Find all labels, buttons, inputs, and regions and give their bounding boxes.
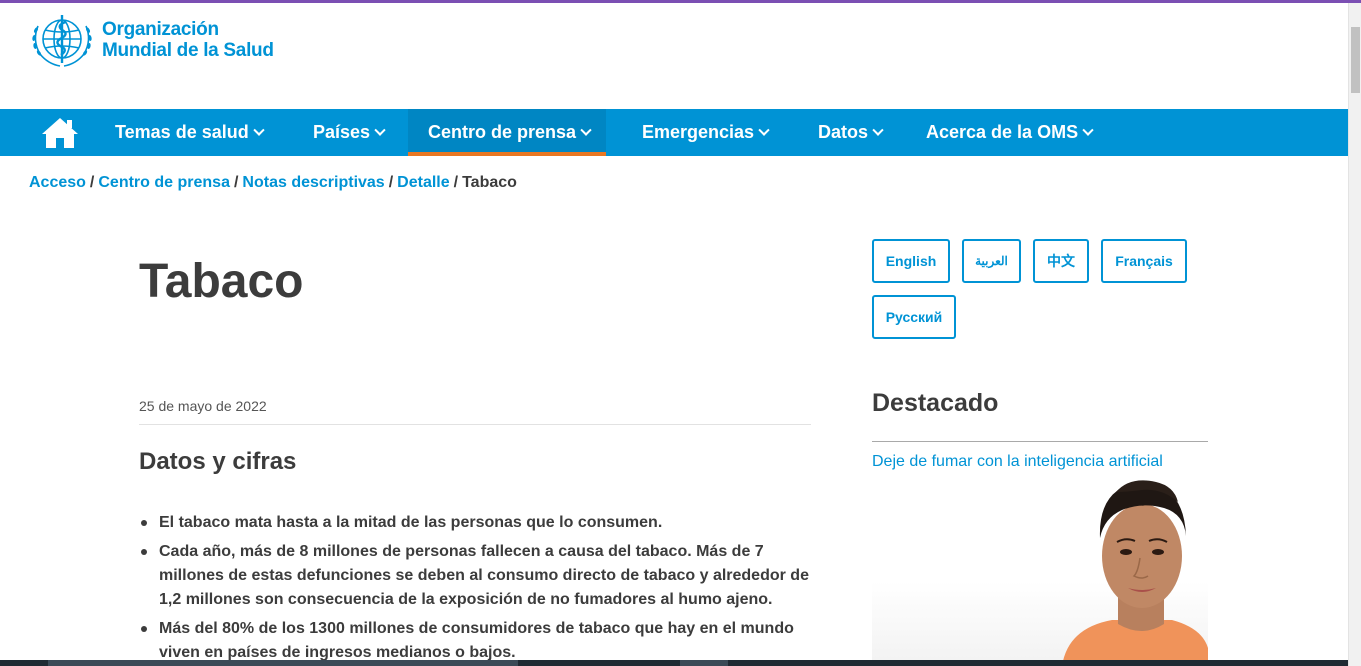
taskbar-segment bbox=[680, 660, 728, 666]
breadcrumb-separator: / bbox=[453, 174, 459, 191]
chevron-down-icon bbox=[758, 124, 770, 136]
language-button-arabic[interactable]: العربية bbox=[962, 239, 1021, 283]
page-title: Tabaco bbox=[139, 255, 304, 308]
breadcrumb-separator: / bbox=[388, 174, 394, 191]
section-title: Datos y cifras bbox=[139, 448, 297, 475]
breadcrumb-current: Tabaco bbox=[462, 174, 517, 191]
breadcrumb-link-notas-descriptivas[interactable]: Notas descriptivas bbox=[242, 174, 384, 191]
language-button-chinese[interactable]: 中文 bbox=[1033, 239, 1089, 283]
brand-line-1: Organización bbox=[102, 19, 219, 40]
nav-item-centro-de-prensa[interactable]: Centro de prensa bbox=[408, 109, 606, 156]
breadcrumb-link-centro-de-prensa[interactable]: Centro de prensa bbox=[98, 174, 230, 191]
chevron-down-icon bbox=[374, 124, 386, 136]
divider bbox=[872, 441, 1208, 442]
breadcrumb-separator: / bbox=[233, 174, 239, 191]
language-button-english[interactable]: English bbox=[872, 239, 950, 283]
featured-image[interactable] bbox=[872, 478, 1208, 666]
page-scrollbar[interactable] bbox=[1348, 3, 1361, 666]
publish-date: 25 de mayo de 2022 bbox=[139, 398, 267, 414]
nav-item-datos[interactable]: Datos bbox=[818, 109, 884, 156]
nav-item-label: Centro de prensa bbox=[428, 122, 577, 142]
breadcrumb-separator: / bbox=[89, 174, 95, 191]
breadcrumb: Acceso / Centro de prensa / Notas descriptiv… bbox=[29, 174, 517, 192]
chevron-down-icon bbox=[580, 124, 592, 136]
nav-item-acerca-de-la-oms[interactable]: Acerca de la OMS bbox=[926, 109, 1094, 156]
home-icon bbox=[42, 118, 78, 148]
nav-item-paises[interactable]: Países bbox=[313, 109, 386, 156]
list-item: El tabaco mata hasta a la mitad de las p… bbox=[139, 511, 819, 535]
language-button-french[interactable]: Français bbox=[1101, 239, 1187, 283]
taskbar-strip bbox=[0, 660, 1348, 666]
brand-line-2: Mundial de la Salud bbox=[102, 40, 274, 61]
nav-item-label: Datos bbox=[818, 122, 869, 142]
nav-item-label: Temas de salud bbox=[115, 122, 249, 142]
featured-title: Destacado bbox=[872, 389, 999, 417]
site-header: Organización Mundial de la Salud bbox=[0, 3, 1348, 109]
chevron-down-icon bbox=[872, 124, 884, 136]
digital-health-worker-portrait bbox=[1062, 480, 1208, 666]
language-button-russian[interactable]: Русский bbox=[872, 295, 956, 339]
breadcrumb-link-acceso[interactable]: Acceso bbox=[29, 174, 86, 191]
nav-item-label: Emergencias bbox=[642, 122, 755, 142]
chevron-down-icon bbox=[1082, 124, 1094, 136]
who-logo[interactable]: Organización Mundial de la Salud bbox=[28, 10, 274, 70]
breadcrumb-link-detalle[interactable]: Detalle bbox=[397, 174, 449, 191]
chevron-down-icon bbox=[253, 124, 265, 136]
home-button[interactable] bbox=[40, 116, 80, 150]
divider bbox=[139, 424, 811, 425]
who-emblem-icon bbox=[32, 15, 92, 67]
nav-item-label: Acerca de la OMS bbox=[926, 122, 1079, 142]
main-navigation: Temas de salud Países Centro de prensa E… bbox=[0, 109, 1348, 156]
list-item: Cada año, más de 8 millones de personas … bbox=[139, 540, 819, 612]
who-logo-text: Organización Mundial de la Salud bbox=[102, 19, 274, 61]
nav-item-emergencias[interactable]: Emergencias bbox=[642, 109, 770, 156]
scrollbar-thumb[interactable] bbox=[1351, 27, 1360, 93]
list-item: Más del 80% de los 1300 millones de cons… bbox=[139, 617, 819, 665]
key-facts-list: El tabaco mata hasta a la mitad de las p… bbox=[139, 511, 819, 666]
nav-item-temas-de-salud[interactable]: Temas de salud bbox=[115, 109, 265, 156]
featured-link[interactable]: Deje de fumar con la inteligencia artifi… bbox=[872, 453, 1163, 471]
taskbar-segment bbox=[48, 660, 518, 666]
nav-item-label: Países bbox=[313, 122, 371, 142]
